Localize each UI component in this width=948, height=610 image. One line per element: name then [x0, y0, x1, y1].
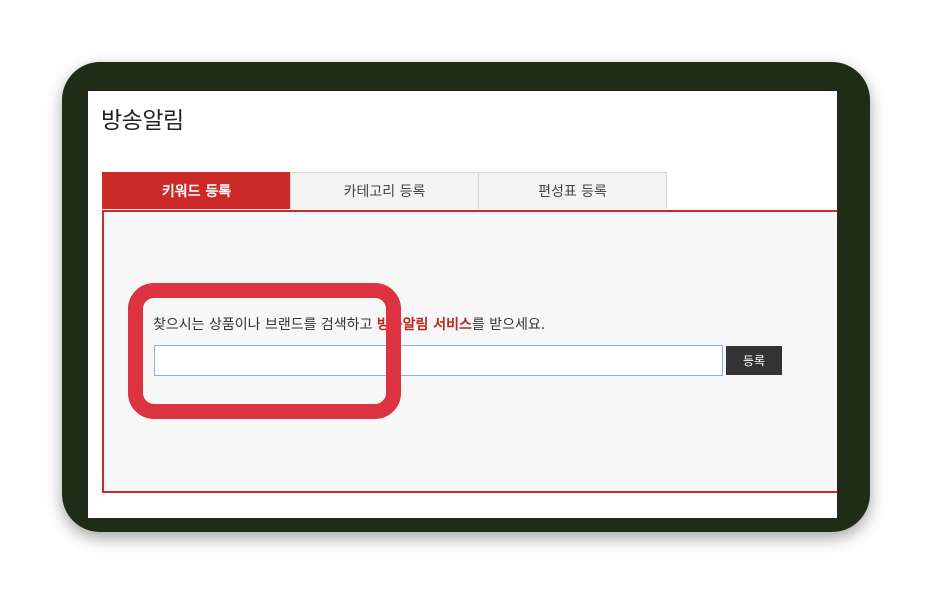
- page-title: 방송알림: [101, 108, 184, 134]
- tab-category-register[interactable]: 카테고리 등록: [290, 172, 479, 209]
- instruction-highlight: 방송알림 서비스: [376, 317, 472, 333]
- tab-bar: 키워드 등록 카테고리 등록 편성표 등록: [102, 172, 667, 210]
- tab-schedule-register[interactable]: 편성표 등록: [478, 172, 667, 209]
- keyword-input[interactable]: [154, 345, 723, 376]
- app-screen: 방송알림 키워드 등록 카테고리 등록 편성표 등록 찾으시는 상품이나 브랜드…: [88, 91, 837, 518]
- tab-keyword-register[interactable]: 키워드 등록: [102, 172, 291, 209]
- instruction-prefix: 찾으시는 상품이나 브랜드를 검색하고: [153, 317, 377, 333]
- register-button[interactable]: 등록: [726, 346, 782, 375]
- keyword-register-panel: 찾으시는 상품이나 브랜드를 검색하고 방송알림 서비스를 받으세요. 등록: [102, 210, 837, 493]
- instruction-text: 찾으시는 상품이나 브랜드를 검색하고 방송알림 서비스를 받으세요.: [153, 314, 545, 334]
- instruction-suffix: 를 받으세요.: [471, 317, 546, 333]
